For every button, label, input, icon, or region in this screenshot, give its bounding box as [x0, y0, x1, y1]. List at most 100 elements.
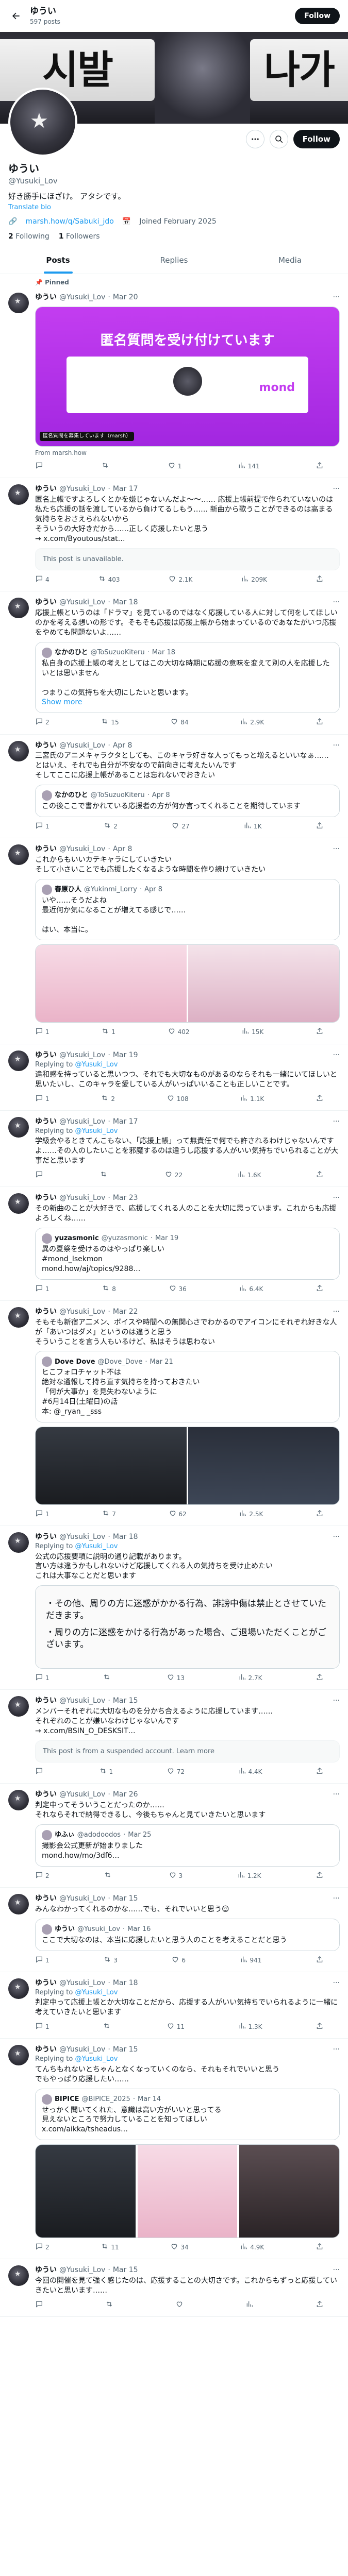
views-button[interactable]: 4.4K: [238, 1767, 262, 1777]
like-button[interactable]: 36: [169, 1284, 187, 1294]
repost-button[interactable]: 7: [102, 1509, 116, 1519]
like-button[interactable]: 62: [169, 1509, 187, 1519]
quoted-tweet[interactable]: ゆうい @Yusuki_Lov · Mar 16 ここで大切なのは、本当に応援したいと思…: [35, 1918, 340, 1951]
tweet-author-handle[interactable]: @Yusuki_Lov: [59, 844, 105, 854]
media-image[interactable]: [137, 2145, 238, 2238]
share-button[interactable]: [316, 2300, 324, 2310]
more-icon[interactable]: ···: [333, 1894, 340, 1904]
tweet-author-name[interactable]: ゆうい: [35, 2045, 57, 2055]
like-button[interactable]: [175, 2300, 186, 2310]
tweet-author-handle[interactable]: @Yusuki_Lov: [59, 1193, 105, 1203]
more-icon[interactable]: ···: [333, 2045, 340, 2055]
more-icon[interactable]: ···: [333, 1790, 340, 1800]
tweet-author-handle[interactable]: @Yusuki_Lov: [59, 293, 105, 302]
marshmallow-card[interactable]: 匿名質問を受け付けています mond 匿名質問を募集しています（marsh）: [35, 306, 340, 447]
views-button[interactable]: [245, 2300, 256, 2310]
quoted-tweet[interactable]: 春原ひ人 @Yukinmi_Lorry · Apr 8 いや……そうだよね 最近何か気に…: [35, 878, 340, 941]
tweet-author-name[interactable]: ゆうい: [35, 844, 57, 854]
repost-button[interactable]: 11: [101, 2242, 119, 2252]
tweet[interactable]: ゆうい@Yusuki_Lov·Mar 18···応援上帳というのは「ドラマ」を見…: [0, 591, 348, 735]
reply-button[interactable]: 2: [35, 1871, 49, 1881]
like-button[interactable]: 11: [167, 2022, 185, 2032]
tweet-author-name[interactable]: ゆうい: [35, 1117, 57, 1127]
card-source[interactable]: From marsh.how: [35, 449, 340, 457]
back-arrow-icon[interactable]: [8, 8, 24, 24]
tweet-date[interactable]: Mar 15: [113, 1894, 138, 1904]
tweet-avatar[interactable]: [8, 484, 29, 505]
tweet[interactable]: ゆうい@Yusuki_Lov·Mar 17···Replying to @Yus…: [0, 1111, 348, 1188]
tweet[interactable]: ゆうい@Yusuki_Lov·Apr 8···これからもいいカテキャラにしていき…: [0, 838, 348, 1044]
quoted-tweet[interactable]: ゆふぃ @adodoodos · Mar 25 撮影会公式更新が始まりました mond.…: [35, 1824, 340, 1867]
tweet-avatar[interactable]: [8, 1307, 29, 1328]
share-button[interactable]: [316, 1955, 324, 1965]
tweet-author-name[interactable]: ゆうい: [35, 1532, 57, 1542]
share-button[interactable]: [316, 1509, 324, 1519]
more-icon[interactable]: ···: [333, 1193, 340, 1203]
share-button[interactable]: [316, 1027, 324, 1037]
views-button[interactable]: 2.5K: [239, 1509, 263, 1519]
reply-button[interactable]: 4: [35, 574, 49, 585]
replying-to-handle[interactable]: @Yusuki_Lov: [75, 1989, 118, 1996]
quoted-tweet[interactable]: なかのひと @ToSuzuoKiteru · Apr 8 この後ここで書かれている応援者…: [35, 785, 340, 818]
quoted-tweet[interactable]: yuzasmonic @yuzasmonic · Mar 19 異の夏祭を受けるのはやっ…: [35, 1228, 340, 1280]
views-button[interactable]: 941: [240, 1955, 261, 1965]
search-icon[interactable]: [269, 130, 288, 149]
media-image[interactable]: [188, 945, 339, 1023]
share-button[interactable]: [316, 2242, 324, 2252]
tweet[interactable]: ゆうい@Yusuki_Lov·Mar 19···Replying to @Yus…: [0, 1044, 348, 1111]
more-icon[interactable]: ···: [333, 1978, 340, 1988]
profile-avatar[interactable]: ★: [8, 88, 77, 157]
tab-replies[interactable]: Replies: [116, 247, 232, 274]
tweet-author-handle[interactable]: @Yusuki_Lov: [59, 1532, 105, 1542]
media-image[interactable]: [36, 945, 187, 1023]
tweet-avatar[interactable]: [8, 1050, 29, 1071]
share-button[interactable]: [316, 1767, 324, 1777]
tweet-avatar[interactable]: [8, 2045, 29, 2066]
views-button[interactable]: 2.7K: [238, 1673, 262, 1683]
tweet[interactable]: ゆうい@Yusuki_Lov·Mar 26···判定中ってそういうことだったのか…: [0, 1784, 348, 1888]
repost-button[interactable]: [103, 1673, 113, 1683]
tweet-author-name[interactable]: ゆうい: [35, 1790, 57, 1800]
repost-button[interactable]: 1: [101, 1027, 115, 1037]
more-icon[interactable]: ···: [333, 844, 340, 854]
reply-button[interactable]: [35, 2300, 45, 2310]
more-icon[interactable]: ···: [333, 741, 340, 751]
share-button[interactable]: [316, 1094, 324, 1104]
reply-button[interactable]: 1: [35, 2022, 49, 2032]
tweet-date[interactable]: Mar 15: [113, 2265, 138, 2275]
tweet[interactable]: ゆうい@Yusuki_Lov·Mar 22···そもそも新宿ア二メン、ボイスや時…: [0, 1301, 348, 1527]
tweet[interactable]: ゆうい@Yusuki_Lov·Apr 8···三宮氏のアニメキャラクタとしても、…: [0, 735, 348, 839]
tweet-avatar[interactable]: [8, 2265, 29, 2286]
tweet[interactable]: ゆうい@Yusuki_Lov·Mar 15···みんなわかってくれるのかな……で…: [0, 1888, 348, 1972]
tweet-date[interactable]: Mar 17: [113, 1117, 138, 1127]
tweet-author-name[interactable]: ゆうい: [35, 484, 57, 494]
tweet[interactable]: ゆうい@Yusuki_Lov·Mar 15···Replying to @Yus…: [0, 2039, 348, 2260]
tweet-author-name[interactable]: ゆうい: [35, 1696, 57, 1706]
profile-link[interactable]: marsh.how/q/Sabuki_jdo: [25, 217, 113, 227]
tweet-date[interactable]: Mar 18: [113, 1978, 138, 1988]
more-icon[interactable]: ···: [333, 293, 340, 302]
share-button[interactable]: [316, 1284, 324, 1294]
tweet[interactable]: ゆうい@Yusuki_Lov·Mar 17 ··· 匿名上帳ですよろしくとかを嫌じゃ…: [0, 478, 348, 592]
like-button[interactable]: 108: [167, 1094, 189, 1104]
quoted-tweet[interactable]: BIPICE @BIPICE_2025 · Mar 14 せっかく聞いてくれた、意識は高…: [35, 2088, 340, 2141]
tweet-avatar[interactable]: [8, 1193, 29, 1214]
like-button[interactable]: 2.1K: [168, 574, 192, 585]
tweet-author-name[interactable]: ゆうい: [35, 1193, 57, 1203]
tab-media[interactable]: Media: [232, 247, 348, 274]
views-button[interactable]: 1.6K: [237, 1170, 261, 1180]
quoted-tweet[interactable]: なかのひと @ToSuzuoKiteru · Mar 18 私自身の応援上帳の考えとして…: [35, 641, 340, 714]
tweet-avatar[interactable]: [8, 1117, 29, 1138]
tweet-author-name[interactable]: ゆうい: [35, 1978, 57, 1988]
tweet-date[interactable]: Mar 26: [113, 1790, 138, 1800]
share-button[interactable]: [316, 574, 324, 585]
views-button[interactable]: 2.9K: [240, 717, 264, 727]
repost-button[interactable]: [100, 1170, 110, 1180]
tweet-avatar[interactable]: [8, 1532, 29, 1553]
repost-button[interactable]: 403: [98, 574, 120, 585]
repost-button[interactable]: 1: [99, 1767, 113, 1777]
share-button[interactable]: [316, 717, 324, 727]
reply-button[interactable]: [35, 461, 45, 471]
share-button[interactable]: [316, 2022, 324, 2032]
tweet-date[interactable]: Mar 19: [113, 1050, 138, 1060]
